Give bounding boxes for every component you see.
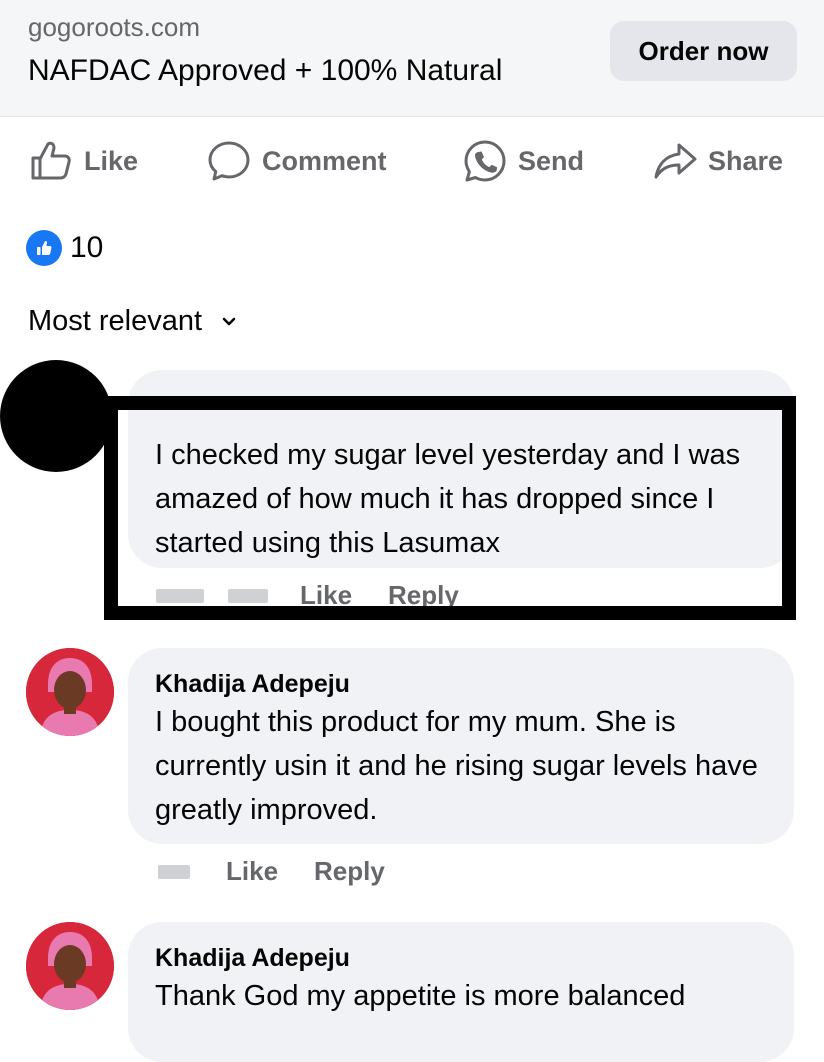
send-label: Send	[518, 145, 585, 176]
redacted-avatar	[0, 360, 112, 472]
thumbs-up-icon	[31, 141, 71, 180]
comment-text: Thank God my appetite is more balanced	[155, 980, 686, 1012]
chevron-down-icon	[222, 317, 236, 325]
comment-extra-blurred	[228, 588, 268, 603]
share-button[interactable]: Share	[652, 130, 783, 192]
comment-meta: Like Reply	[158, 856, 385, 887]
whatsapp-icon	[464, 140, 506, 182]
comment-timestamp	[158, 864, 190, 879]
comment-timestamp	[156, 588, 204, 603]
comment-item: Khadija Adepeju Thank God my appetite is…	[0, 922, 824, 1062]
reaction-count: 10	[70, 231, 104, 264]
order-now-button[interactable]: Order now	[610, 21, 797, 81]
reactions-summary[interactable]: 10	[26, 230, 103, 266]
sort-label: Most relevant	[28, 305, 203, 337]
comment-author[interactable]: Khadija Adepeju	[155, 670, 350, 699]
comment-button[interactable]: Comment	[206, 130, 387, 192]
comment-item: Khadija Adepeju I bought this product fo…	[0, 648, 824, 898]
comment-sort-dropdown[interactable]: Most relevant	[28, 305, 238, 338]
like-label: Like	[84, 145, 139, 176]
comment-author[interactable]: Khadija Adepeju	[155, 944, 350, 973]
like-button[interactable]: Like	[28, 130, 138, 192]
comment-bubble-icon	[208, 141, 250, 181]
like-reaction-icon	[26, 230, 62, 266]
ad-headline: NAFDAC Approved + 100% Natural	[28, 54, 503, 87]
share-label: Share	[708, 145, 784, 176]
comment-text: I checked my sugar level yesterday and I…	[155, 439, 741, 559]
comment-bubble: Khadija Adepeju I bought this product fo…	[128, 648, 794, 844]
post-action-bar: Like Comment Send Share	[0, 130, 824, 192]
comment-text: I bought this product for my mum. She is…	[155, 706, 758, 826]
avatar[interactable]	[26, 648, 114, 736]
comment-like-button[interactable]: Like	[226, 856, 278, 887]
avatar[interactable]	[26, 922, 114, 1010]
comment-meta: Like Reply	[156, 580, 459, 611]
share-arrow-icon	[654, 143, 697, 179]
comment-reply-button[interactable]: Reply	[314, 856, 385, 887]
comment-label: Comment	[262, 145, 387, 176]
comment-like-button[interactable]: Like	[300, 580, 352, 611]
comment-bubble: Khadija Adepeju Thank God my appetite is…	[128, 922, 794, 1062]
comment-item: I checked my sugar level yesterday and I…	[0, 360, 824, 640]
redacted-author	[150, 396, 292, 410]
ad-domain: gogoroots.com	[28, 12, 200, 42]
ad-link-preview[interactable]: gogoroots.com NAFDAC Approved + 100% Nat…	[0, 0, 824, 117]
comment-reply-button[interactable]: Reply	[388, 580, 459, 611]
send-button[interactable]: Send	[462, 130, 584, 192]
